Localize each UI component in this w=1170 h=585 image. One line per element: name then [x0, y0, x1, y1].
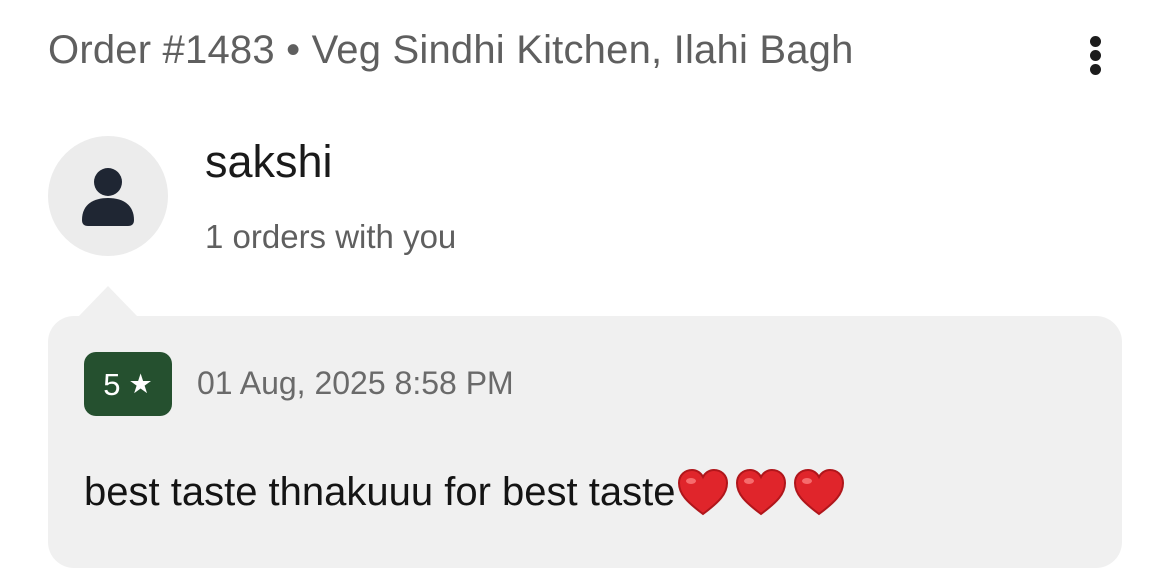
customer-order-count: 1 orders with you: [205, 218, 457, 255]
more-options-button[interactable]: [1076, 30, 1116, 80]
heart-icon: [678, 468, 729, 516]
order-title: Order #1483 • Veg Sindhi Kitchen, Ilahi …: [48, 28, 854, 72]
heart-icon: [736, 468, 787, 516]
customer-name: sakshi: [205, 136, 333, 187]
rating-value: 5: [103, 366, 121, 402]
review-text-line: best taste thnakuuu for best taste: [84, 468, 845, 516]
card-pointer: [79, 286, 137, 316]
star-icon: ★: [128, 368, 153, 399]
rating-badge: 5 ★: [84, 352, 172, 416]
heart-icon: [794, 468, 845, 516]
review-text: best taste thnakuuu for best taste: [84, 469, 676, 514]
avatar: [48, 136, 168, 256]
more-vertical-icon: [1090, 36, 1101, 47]
review-card: 5 ★ 01 Aug, 2025 8:58 PM best taste thna…: [48, 286, 1122, 568]
review-datetime: 01 Aug, 2025 8:58 PM: [197, 365, 514, 401]
person-icon: [82, 168, 134, 226]
heart-emojis: [677, 468, 845, 516]
